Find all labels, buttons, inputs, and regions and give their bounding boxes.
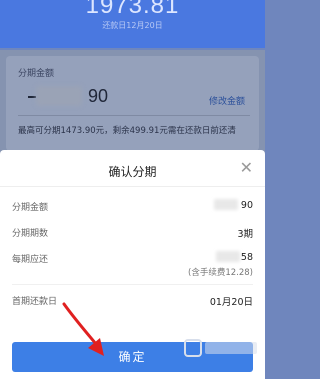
watermark-logo-icon [184, 339, 257, 357]
row-label-first-due: 首期还款日 [12, 297, 58, 307]
row-value-amount: 90 [240, 200, 253, 211]
due-date-text: 还款日12月20日 [102, 21, 163, 30]
installment-amount-label: 分期金额 [18, 69, 55, 79]
blurred-amount-digits [36, 86, 82, 106]
row-value-periods: 3期 [237, 229, 253, 240]
close-icon[interactable]: ✕ [240, 159, 253, 177]
modify-amount-link[interactable]: 修改金额 [209, 94, 245, 107]
amount-suffix: 90 [88, 86, 109, 106]
sheet-title: 确认分期 [108, 165, 157, 179]
row-label-amount: 分期金额 [12, 203, 49, 213]
amount-prefix-mark [28, 96, 36, 99]
sheet-header-divider [0, 186, 265, 187]
row-value-first-due: 01月20日 [209, 297, 253, 308]
row-value-per-period: 58 [240, 252, 253, 263]
row-divider [12, 284, 253, 285]
fee-note: (含手续费12.28) [188, 268, 253, 278]
bill-amount: 1973.81 [85, 0, 180, 19]
row-label-periods: 分期期数 [12, 229, 49, 239]
row-label-per-period: 每期应还 [12, 255, 49, 265]
blurred-value [216, 251, 240, 262]
blurred-value [214, 199, 238, 210]
installment-limit-note: 最高可分期1473.90元，剩余499.91元需在还款日前还清 [18, 126, 236, 136]
card-divider [18, 115, 250, 116]
